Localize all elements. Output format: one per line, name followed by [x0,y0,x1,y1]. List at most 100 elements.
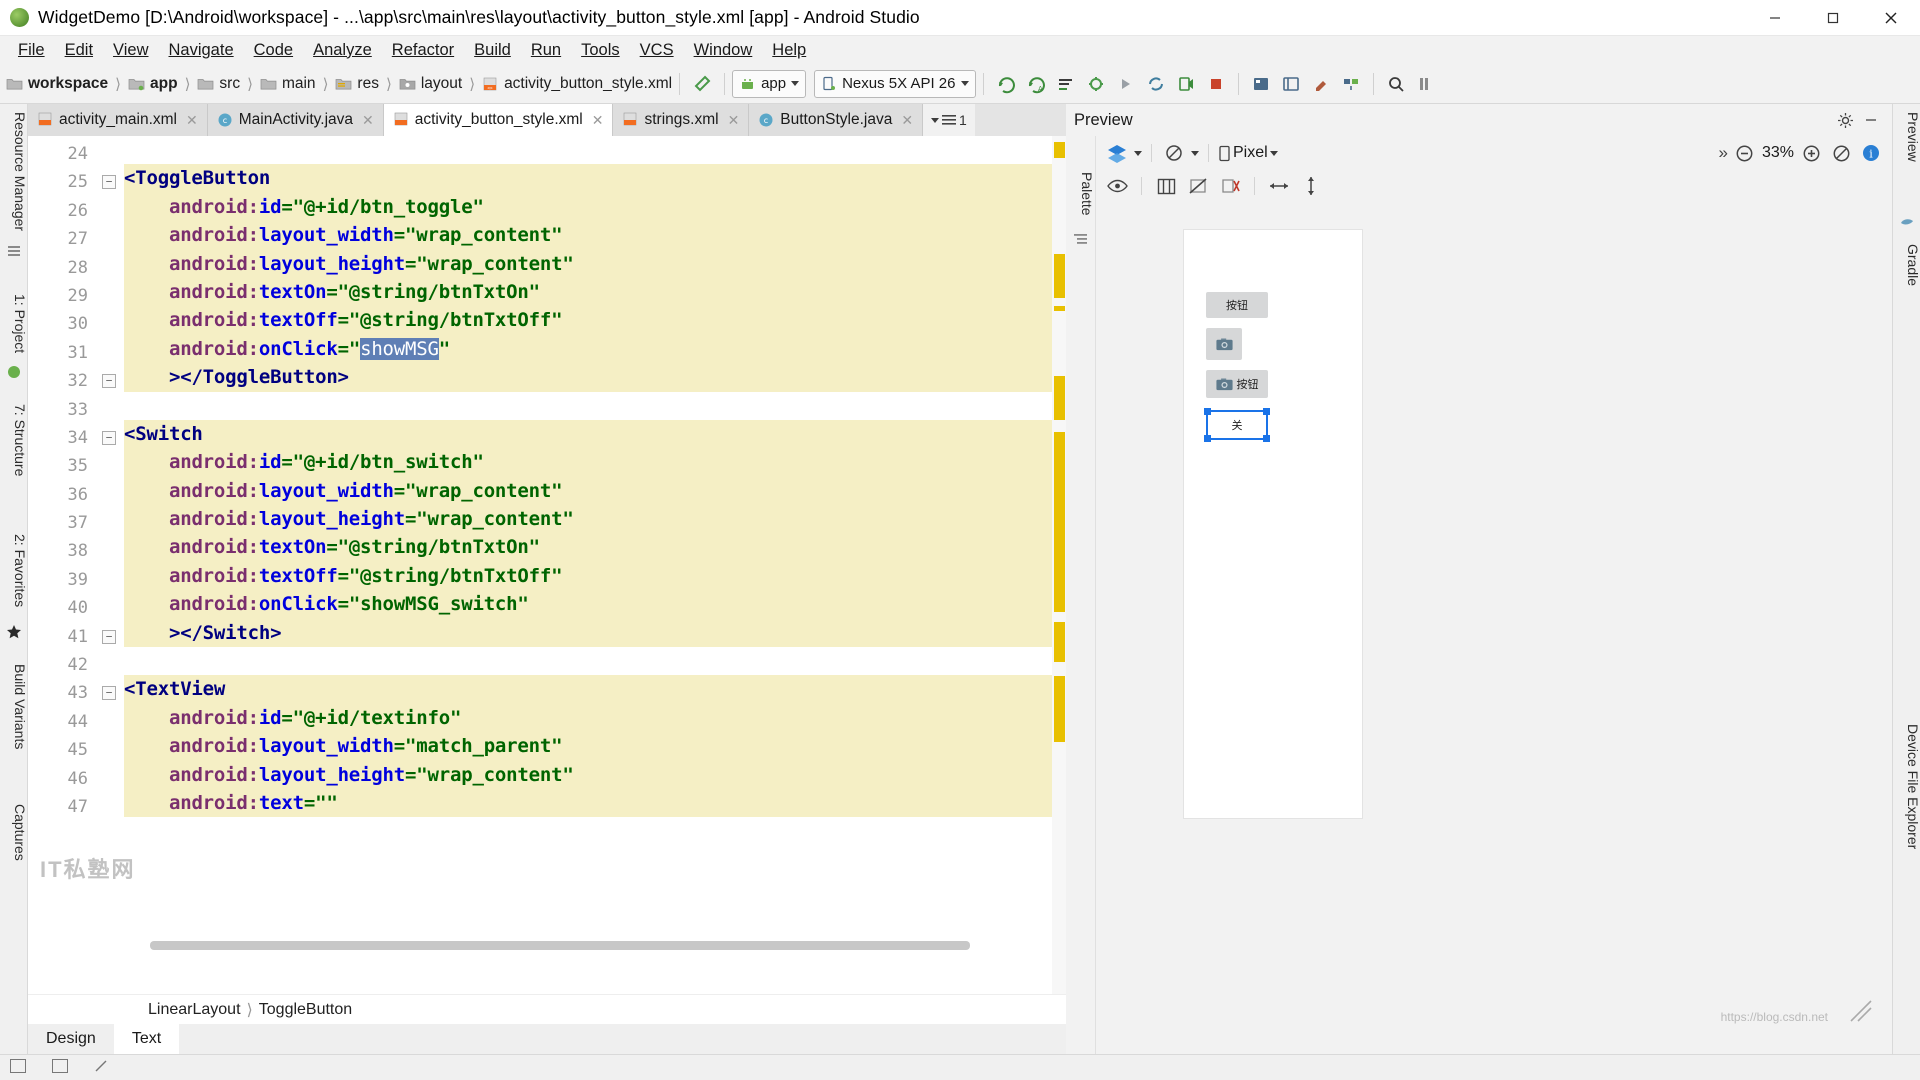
status-todo-icon[interactable] [52,1059,68,1076]
scrollbar-thumb[interactable] [150,941,970,950]
menu-file[interactable]: File [8,39,55,62]
device-screen[interactable]: 按钮 [1184,230,1362,818]
menu-run[interactable]: Run [521,39,571,62]
project-structure-icon[interactable] [1336,69,1366,99]
rail-item-resource-manager[interactable]: Resource Manager [12,112,28,231]
notifications-icon[interactable] [1411,69,1441,99]
chevron-down-icon[interactable] [1191,151,1199,156]
stop-icon[interactable] [1201,69,1231,99]
code-line[interactable]: ></Switch> [124,619,1066,647]
blueprint-icon[interactable] [1153,174,1179,198]
resize-handle-tl[interactable] [1204,408,1211,415]
zoom-fit-icon[interactable] [1828,141,1854,165]
preview-widget-button[interactable]: 按钮 [1206,292,1268,318]
menu-refactor[interactable]: Refactor [382,39,464,62]
tab-overflow-button[interactable]: 1 [923,104,975,136]
code-line[interactable]: android:layout_width="wrap_content" [124,221,1066,249]
code-line[interactable]: android:id="@+id/btn_toggle" [124,193,1066,221]
preview-widget-icon-button[interactable]: 按钮 [1206,370,1268,398]
zoom-out-icon[interactable] [1732,141,1758,165]
code-fold-toggle[interactable]: − [102,374,116,388]
attach-debugger-icon[interactable] [1111,69,1141,99]
code-line[interactable]: android:layout_height="wrap_content" [124,250,1066,278]
layout-inspector-icon[interactable] [1276,69,1306,99]
menu-help[interactable]: Help [762,39,816,62]
code-fold-toggle[interactable]: − [102,175,116,189]
menu-view[interactable]: View [103,39,158,62]
device-selector[interactable]: Nexus 5X API 26 [814,70,975,98]
code-line[interactable]: android:onClick="showMSG" [124,335,1066,363]
hammer-icon[interactable] [687,69,717,99]
horizontal-arrow-icon[interactable] [1266,174,1292,198]
preview-widget-toggle-button-selected[interactable]: 关 [1206,410,1268,440]
profile-icon[interactable] [1081,69,1111,99]
minimize-icon[interactable] [1746,0,1804,36]
resize-handle-bl[interactable] [1204,435,1211,442]
breadcrumb-workspace[interactable]: workspace [6,75,108,93]
code-fold-toggle[interactable]: − [102,630,116,644]
code-line[interactable] [124,136,1066,164]
editor-horizontal-scrollbar[interactable] [124,941,1052,950]
preview-canvas[interactable]: 按钮 [1096,202,1892,1054]
menu-tools[interactable]: Tools [571,39,630,62]
menu-edit[interactable]: Edit [55,39,103,62]
vertical-arrow-icon[interactable] [1298,174,1324,198]
menu-vcs[interactable]: VCS [630,39,684,62]
rail-item-project[interactable]: 1: Project [12,294,28,353]
close-icon[interactable]: ✕ [728,112,740,129]
tab-design[interactable]: Design [28,1024,114,1054]
code-line[interactable]: android:id="@+id/textinfo" [124,704,1066,732]
code-line[interactable]: <TextView [124,675,1066,703]
breadcrumb-togglebutton[interactable]: ToggleButton [259,1001,352,1019]
code-line[interactable]: ></ToggleButton> [124,363,1066,391]
code-line[interactable]: android:text="" [124,789,1066,817]
eye-icon[interactable] [1104,174,1130,198]
close-icon[interactable]: ✕ [362,112,374,129]
preview-widget-image-button[interactable] [1206,328,1242,360]
breadcrumb-layout[interactable]: layout [399,75,462,93]
breadcrumb-res[interactable]: res [335,75,379,93]
breadcrumb-app[interactable]: app [128,75,178,93]
code-line[interactable]: android:id="@+id/btn_switch" [124,448,1066,476]
code-line[interactable]: android:textOn="@string/btnTxtOn" [124,533,1066,561]
sync-gradle-icon[interactable] [1141,69,1171,99]
zoom-in-icon[interactable] [1798,141,1824,165]
rail-item-build-variants[interactable]: Build Variants [12,664,28,749]
run-configuration-selector[interactable]: app [732,70,806,98]
editor-tab-strings-xml[interactable]: strings.xml ✕ [613,104,749,136]
code-fold-toggle[interactable]: − [102,686,116,700]
device-preview-selector[interactable]: Pixel [1218,144,1278,162]
editor-tab-mainactivity-java[interactable]: c MainActivity.java ✕ [208,104,384,136]
editor-tab-buttonstyle-java[interactable]: c ButtonStyle.java ✕ [749,104,923,136]
gear-icon[interactable] [1832,108,1858,132]
apply-changes-icon[interactable] [1051,69,1081,99]
code-line[interactable]: <ToggleButton [124,164,1066,192]
sdk-manager-icon[interactable] [1246,69,1276,99]
maximize-icon[interactable] [1804,0,1862,36]
breadcrumb-file[interactable]: <> activity_button_style.xml [482,75,672,93]
close-icon[interactable]: ✕ [592,112,604,129]
breadcrumb-linearlayout[interactable]: LinearLayout [148,1001,241,1019]
resize-handle-br[interactable] [1263,435,1270,442]
editor-tab-activity-main-xml[interactable]: activity_main.xml ✕ [28,104,208,136]
palette-label[interactable]: Palette [1079,172,1095,216]
component-tree-icon[interactable] [1073,232,1088,252]
close-icon[interactable]: ✕ [186,112,198,129]
rail-item-favorites[interactable]: 2: Favorites [12,534,28,607]
status-terminal-icon[interactable] [10,1059,26,1076]
toolbar-overflow-icon[interactable]: » [1719,143,1728,163]
status-build-icon[interactable] [94,1059,110,1076]
canvas-resize-grip[interactable] [1848,998,1874,1024]
close-icon[interactable]: ✕ [901,112,913,129]
theme-editor-icon[interactable] [1306,69,1336,99]
rail-item-gradle[interactable]: Gradle [1905,244,1920,286]
rail-item-preview[interactable]: Preview [1905,112,1920,162]
menu-window[interactable]: Window [684,39,763,62]
code-line[interactable]: android:onClick="showMSG_switch" [124,590,1066,618]
rail-item-captures[interactable]: Captures [12,804,28,861]
close-icon[interactable] [1862,0,1920,36]
code-fold-toggle[interactable]: − [102,431,116,445]
editor-vertical-scrollbar[interactable] [1052,136,1066,994]
search-everywhere-icon[interactable] [1381,69,1411,99]
code-line[interactable]: android:textOff="@string/btnTxtOff" [124,306,1066,334]
